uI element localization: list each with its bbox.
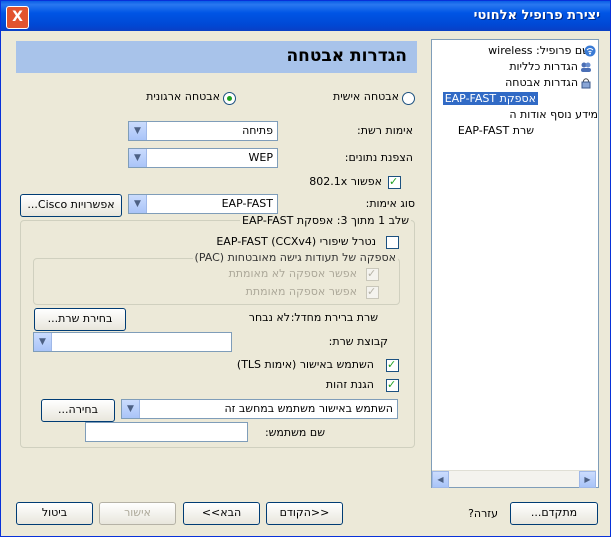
tree-item-label: הגדרות אבטחה [505, 76, 578, 89]
data-encryption-select[interactable]: WEP ▼ [128, 148, 278, 168]
wireless-profile-dialog: X יצירת פרופיל אלחוטי שם פרופיל: wireles… [0, 0, 611, 537]
pac-provisioning-legend: אספקה של תעודות גישה מאובטחות (PAC) [192, 251, 398, 264]
cisco-options-button[interactable]: אפשרויות Cisco... [20, 194, 122, 217]
default-server-label: שרת ברירת מחדל: [290, 311, 378, 324]
network-auth-value: פתיחה [242, 124, 273, 137]
identity-protection-label: הגנת זהות [325, 378, 374, 391]
auth-type-value: EAP-FAST [221, 197, 273, 210]
tree-item-profile[interactable]: שם פרופיל: wireless [488, 44, 590, 57]
disable-ccx-label: נטרל שיפורי EAP-FAST (CCXv4) [216, 235, 376, 248]
tree-item-label: שרת EAP-FAST [457, 124, 534, 137]
tree-item-label: מידע נוסף אודות ה [509, 108, 598, 121]
horizontal-scrollbar[interactable]: ◀ ▶ [432, 470, 596, 488]
scroll-right-icon[interactable]: ▶ [579, 471, 596, 488]
tree-item-eap-fast-provisioning[interactable]: אספקת EAP-FAST [442, 92, 538, 105]
server-group-select[interactable]: ▼ [33, 332, 232, 352]
data-encryption-label: הצפנת נתונים: [344, 151, 413, 164]
server-group-label: קבוצת שרת: [328, 335, 388, 348]
radio-enterprise-security[interactable] [223, 92, 236, 105]
select-server-button[interactable]: בחירת שרת... [34, 308, 126, 331]
auth-type-select[interactable]: EAP-FAST ▼ [128, 194, 278, 214]
tree-item-label: הגדרות כלליות [509, 60, 578, 73]
use-certificate-label: השתמש באישור (אימות TLS) [236, 358, 374, 371]
tree-item-security[interactable]: הגדרות אבטחה [505, 76, 578, 89]
chevron-down-icon: ▼ [122, 400, 140, 418]
select-certificate-button[interactable]: בחירה... [41, 399, 115, 422]
allow-auth-provisioning-checkbox[interactable] [366, 285, 379, 299]
disable-ccx-checkbox[interactable] [386, 236, 399, 249]
tree-item-label: אספקת EAP-FAST [442, 92, 538, 105]
network-auth-label: אימות רשת: [357, 124, 413, 137]
enable-8021x-checkbox[interactable] [388, 175, 401, 189]
advanced-button[interactable]: מתקדם... [510, 502, 598, 525]
chevron-down-icon: ▼ [34, 333, 52, 351]
certificate-source-value: השתמש באישור משתמש במחשב זה [224, 402, 393, 415]
radio-enterprise-label: אבטחה ארגונית [146, 90, 220, 103]
wireless-icon [584, 45, 596, 57]
identity-protection-checkbox[interactable] [386, 378, 399, 392]
page-title: הגדרות אבטחה [286, 46, 407, 66]
default-server-value: לא נבחר [248, 311, 290, 324]
close-button[interactable]: X [6, 6, 29, 29]
allow-unauth-provisioning-label: אפשר אספקה לא מאומתת [228, 267, 357, 280]
eap-fast-stage-legend: שלב 1 מתוך 3: אפסקת EAP-FAST [240, 214, 411, 227]
help-link[interactable]: עזרה? [468, 507, 498, 520]
page-header: הגדרות אבטחה [16, 41, 417, 73]
allow-unauth-provisioning-checkbox[interactable] [366, 267, 379, 281]
scroll-left-icon[interactable]: ◀ [432, 471, 449, 488]
cancel-button[interactable]: ביטול [16, 502, 93, 525]
certificate-source-select[interactable]: השתמש באישור משתמש במחשב זה ▼ [121, 399, 398, 419]
window-title: יצירת פרופיל אלחוטי [473, 8, 600, 23]
data-encryption-value: WEP [248, 151, 273, 164]
radio-personal-label: אבטחה אישית [332, 90, 399, 103]
auth-type-label: סוג אימות: [365, 197, 415, 210]
radio-personal-security[interactable] [402, 92, 415, 105]
tree-item-more-info[interactable]: מידע נוסף אודות ה [509, 108, 598, 121]
username-label: שם משתמש: [264, 426, 325, 439]
ok-button[interactable]: אישור [99, 502, 176, 525]
next-button[interactable]: הבא>> [183, 502, 260, 525]
navigation-tree[interactable]: שם פרופיל: wireless הגדרות כלליות הגדרות… [431, 39, 599, 488]
enable-8021x-label: אפשור 802.1x [309, 175, 382, 188]
allow-auth-provisioning-label: אפשר אספקה מאומתת [245, 285, 357, 298]
tree-item-eap-fast-server[interactable]: שרת EAP-FAST [458, 124, 534, 137]
title-bar: X יצירת פרופיל אלחוטי [1, 1, 610, 31]
chevron-down-icon: ▼ [129, 195, 147, 213]
tree-item-general[interactable]: הגדרות כלליות [509, 60, 578, 73]
chevron-down-icon: ▼ [129, 122, 147, 140]
chevron-down-icon: ▼ [129, 149, 147, 167]
lock-icon [581, 78, 591, 89]
tree-item-label: שם פרופיל: wireless [488, 44, 590, 57]
back-button[interactable]: <<הקודם [266, 502, 343, 525]
users-icon [581, 62, 591, 72]
network-auth-select[interactable]: פתיחה ▼ [128, 121, 278, 141]
use-certificate-checkbox[interactable] [386, 358, 399, 372]
username-input[interactable] [85, 422, 248, 442]
